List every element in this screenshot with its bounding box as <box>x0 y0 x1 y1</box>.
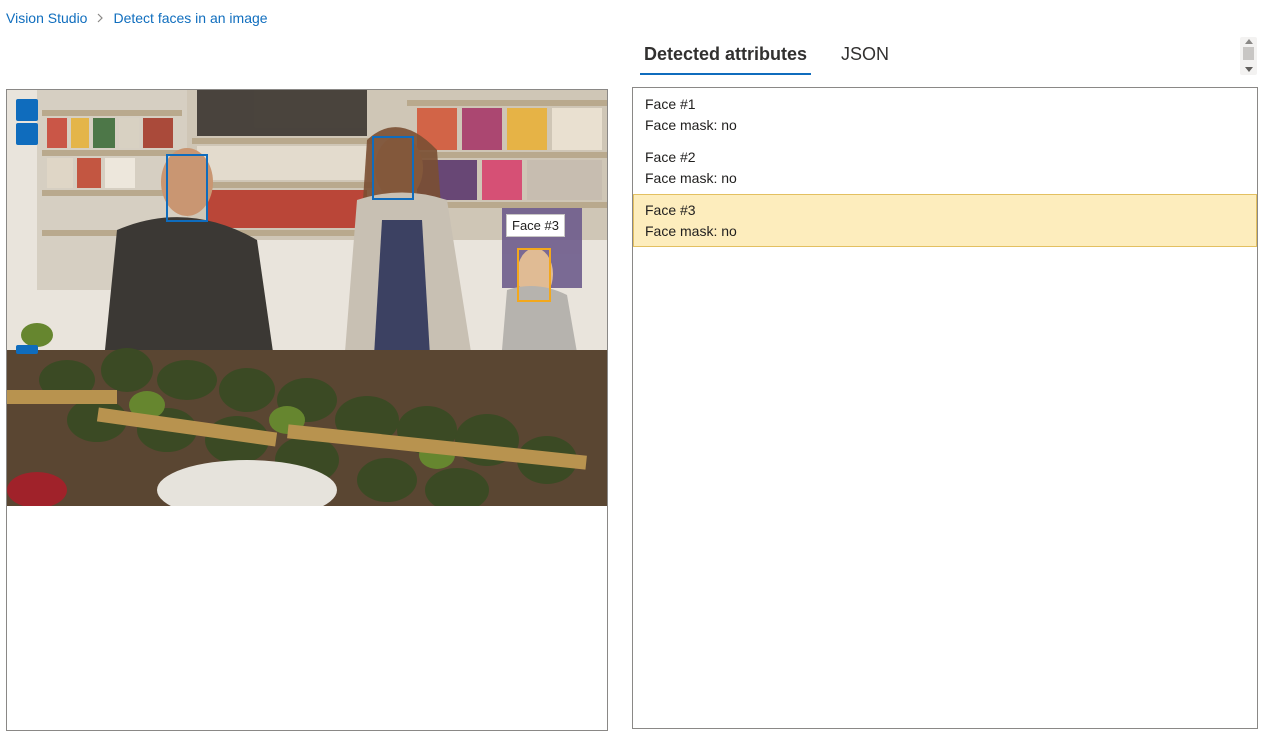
face-title: Face #3 <box>645 202 696 218</box>
face-result-item[interactable]: Face #1 Face mask: no <box>633 88 1257 141</box>
store-photo: Face #3 <box>7 90 607 506</box>
breadcrumb-detect-faces[interactable]: Detect faces in an image <box>113 10 267 26</box>
face-box-2[interactable] <box>372 136 414 200</box>
tab-json[interactable]: JSON <box>837 40 893 75</box>
detected-attributes-panel: Face #1 Face mask: no Face #2 Face mask:… <box>632 87 1258 729</box>
face-box-1[interactable] <box>166 154 208 222</box>
image-preview-panel: Face #3 <box>6 89 608 731</box>
breadcrumb-vision-studio[interactable]: Vision Studio <box>6 10 87 26</box>
scroll-thumb[interactable] <box>1243 47 1254 60</box>
face-box-3[interactable] <box>517 248 551 302</box>
scroll-down-icon[interactable] <box>1245 67 1253 72</box>
face-result-item[interactable]: Face #2 Face mask: no <box>633 141 1257 194</box>
reset-view-button[interactable] <box>16 345 38 354</box>
face-mask-value: Face mask: no <box>645 117 737 133</box>
zoom-out-button[interactable] <box>16 123 38 145</box>
zoom-in-button[interactable] <box>16 99 38 121</box>
face-result-item-selected[interactable]: Face #3 Face mask: no <box>633 194 1257 247</box>
result-tabs: Detected attributes JSON <box>640 40 893 75</box>
tabs-scrollbar[interactable] <box>1240 37 1257 75</box>
face-title: Face #2 <box>645 149 696 165</box>
face-title: Face #1 <box>645 96 696 112</box>
breadcrumb: Vision Studio Detect faces in an image <box>6 10 268 26</box>
face-mask-value: Face mask: no <box>645 223 737 239</box>
scroll-up-icon[interactable] <box>1245 39 1253 44</box>
tab-detected-attributes[interactable]: Detected attributes <box>640 40 812 75</box>
face-mask-value: Face mask: no <box>645 170 737 186</box>
face-tooltip: Face #3 <box>506 214 565 237</box>
chevron-right-icon <box>96 13 104 23</box>
